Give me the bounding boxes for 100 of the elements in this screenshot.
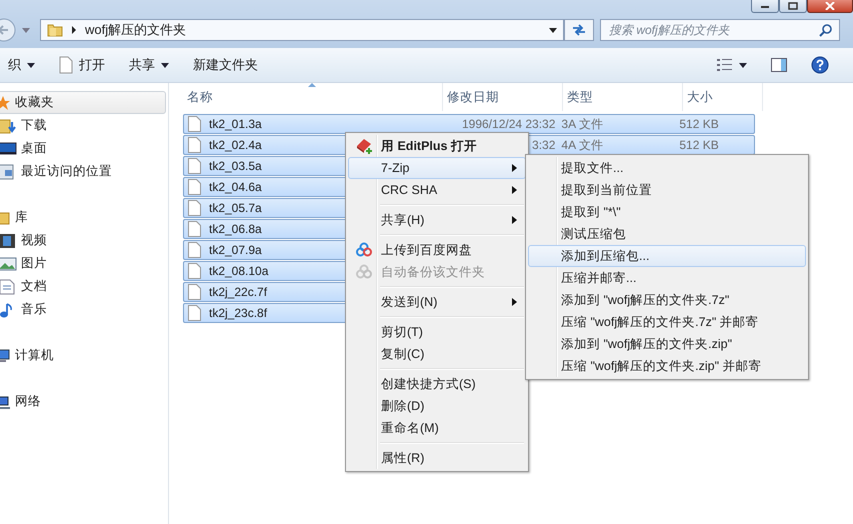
file-name: tk2_03.5a [209, 159, 262, 173]
sidebar-item[interactable]: 计算机 [0, 344, 166, 367]
menu-item[interactable]: 添加到 "wofj解压的文件夹.7z" [528, 289, 806, 311]
file-icon [188, 305, 201, 321]
desktop-icon [0, 140, 17, 156]
search-icon [819, 23, 833, 37]
menu-item[interactable]: 发送到(N) [348, 291, 526, 313]
menu-item[interactable]: 属性(R) [348, 447, 526, 469]
column-header[interactable]: 大小 [683, 83, 763, 111]
rings-icon [355, 263, 373, 281]
file-type: 4A 文件 [561, 138, 603, 152]
submenu-arrow-icon [512, 298, 517, 306]
sidebar-item[interactable]: 文档 [0, 275, 166, 298]
file-size: 512 KB [679, 117, 719, 131]
file-name: tk2_06.8a [209, 222, 262, 236]
sort-arrow-icon [308, 83, 316, 87]
submenu-arrow-icon [512, 164, 517, 172]
file-icon [188, 116, 201, 132]
toolbar-button[interactable]: 新建文件夹 [181, 52, 270, 78]
menu-item[interactable]: 上传到百度网盘 [348, 239, 526, 261]
modified-date: 3:32 [532, 138, 556, 152]
menu-item[interactable]: 提取文件... [528, 157, 806, 179]
menu-item[interactable]: CRC SHA [348, 179, 526, 201]
menu-item[interactable]: 重命名(M) [348, 417, 526, 439]
sidebar-item[interactable]: 图片 [0, 252, 166, 275]
maximize-button[interactable] [779, 0, 807, 13]
refresh-button[interactable] [564, 19, 594, 41]
menu-item[interactable]: 删除(D) [348, 395, 526, 417]
pane-icon [771, 58, 787, 72]
file-name: tk2_02.4a [209, 138, 262, 152]
file-icon [188, 200, 201, 216]
close-button[interactable] [807, 0, 853, 13]
file-icon [188, 158, 201, 174]
submenu-arrow-icon [512, 216, 517, 224]
help-icon [811, 56, 829, 74]
download-icon [0, 118, 17, 134]
dropdown-icon [739, 62, 747, 68]
menu-item[interactable]: 剪切(T) [348, 321, 526, 343]
sidebar-item[interactable]: 音乐 [0, 298, 166, 321]
dropdown-icon [161, 62, 169, 68]
video-icon [0, 232, 17, 248]
file-name: tk2j_22c.7f [209, 285, 268, 299]
file-name: tk2j_23c.8f [209, 306, 268, 320]
file-name: tk2_04.6a [209, 180, 262, 194]
file-type: 3A 文件 [561, 117, 603, 131]
menu-item[interactable]: 压缩 "wofj解压的文件夹.7z" 并邮寄 [528, 311, 806, 333]
minimize-button[interactable] [751, 0, 779, 13]
submenu-arrow-icon [512, 186, 517, 194]
page-icon [59, 56, 73, 74]
toolbar-button[interactable]: 共享 [117, 52, 181, 78]
menu-item[interactable]: 创建快捷方式(S) [348, 373, 526, 395]
file-name: tk2_08.10a [209, 264, 268, 278]
file-name: tk2_01.3a [209, 117, 262, 131]
history-dropdown-icon[interactable] [22, 28, 30, 32]
chevron-icon [71, 26, 77, 34]
column-header[interactable]: 类型 [563, 83, 683, 111]
menu-item[interactable]: 共享(H) [348, 209, 526, 231]
modified-date: 1996/12/24 23:32 [462, 117, 556, 131]
file-icon [188, 137, 201, 153]
menu-item[interactable]: 复制(C) [348, 343, 526, 365]
file-icon [188, 242, 201, 258]
file-icon [188, 263, 201, 279]
file-name: tk2_05.7a [209, 201, 262, 215]
toolbar-button[interactable]: 打开 [47, 52, 117, 78]
close-icon [824, 2, 836, 10]
sidebar-item[interactable]: 下载 [0, 114, 166, 137]
eraser-icon [355, 137, 373, 155]
search-field[interactable]: 搜索 wofj解压的文件夹 [600, 19, 840, 41]
dropdown-icon [27, 62, 35, 68]
menu-item[interactable]: 提取到当前位置 [528, 179, 806, 201]
menu-item[interactable]: 7-Zip [348, 157, 526, 179]
file-icon [188, 179, 201, 195]
menu-item[interactable]: 压缩 "wofj解压的文件夹.zip" 并邮寄 [528, 355, 806, 377]
arrows-icon [571, 23, 587, 37]
minimize-icon [760, 3, 770, 9]
menu-item[interactable]: 提取到 "*\" [528, 201, 806, 223]
toolbar-button[interactable]: 织 [0, 52, 47, 78]
menu-item[interactable]: 测试压缩包 [528, 223, 806, 245]
file-name: tk2_07.9a [209, 243, 262, 257]
file-size: 512 KB [679, 138, 719, 152]
address-bar[interactable]: wofj解压的文件夹 [40, 19, 564, 41]
file-row[interactable]: tk2_01.3a 1996/12/24 23:32 3A 文件 512 KB [183, 114, 755, 134]
file-icon [188, 221, 201, 237]
sidebar-item[interactable]: 收藏夹 [0, 91, 166, 114]
menu-item[interactable]: 添加到压缩包... [528, 245, 806, 267]
sidebar-item[interactable]: 网络 [0, 390, 166, 413]
column-header[interactable]: 修改日期 [443, 83, 563, 111]
menu-item[interactable]: 添加到 "wofj解压的文件夹.zip" [528, 333, 806, 355]
sidebar-item[interactable]: 桌面 [0, 137, 166, 160]
folder-icon [47, 22, 63, 38]
sidebar-item[interactable]: 库 [0, 206, 166, 229]
file-icon [188, 284, 201, 300]
sidebar-item[interactable]: 最近访问的位置 [0, 160, 166, 183]
rings-icon [355, 241, 373, 259]
menu-item[interactable]: 压缩并邮寄... [528, 267, 806, 289]
menu-item[interactable]: 用 EditPlus 打开 [348, 135, 526, 157]
address-dropdown-icon[interactable] [549, 28, 557, 32]
list-icon [717, 58, 733, 72]
maximize-icon [788, 2, 798, 10]
sidebar-item[interactable]: 视频 [0, 229, 166, 252]
